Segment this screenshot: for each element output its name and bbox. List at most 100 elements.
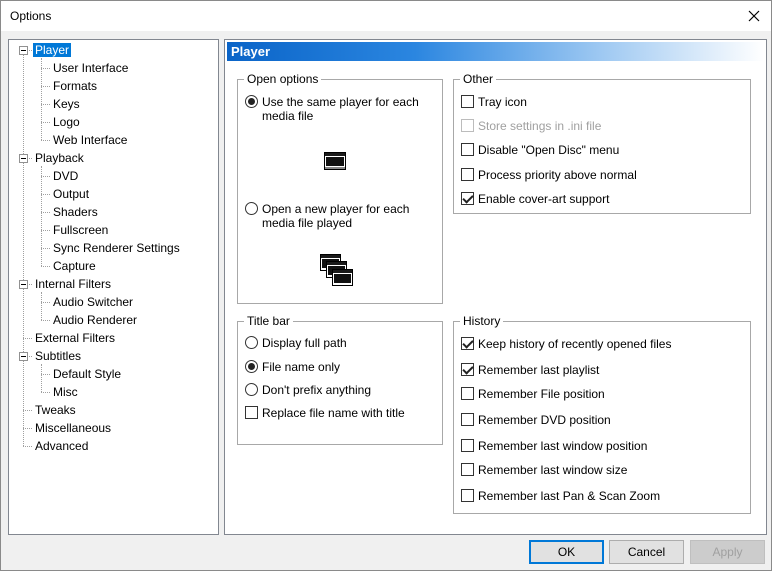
disable-open-disc-menu-checkbox-box[interactable] [461, 143, 474, 156]
disable-open-disc-menu-label: Disable "Open Disc" menu [478, 143, 620, 157]
tree-item-logo[interactable]: Logo [51, 113, 82, 131]
tree-item-dvd[interactable]: DVD [51, 167, 80, 185]
tree-item-advanced[interactable]: Advanced [33, 437, 90, 455]
close-button[interactable] [737, 1, 771, 31]
tree-item-label: Output [53, 187, 90, 201]
remember-last-window-size-checkbox[interactable]: Remember last window size [461, 463, 627, 477]
same-player-radio-indicator[interactable] [245, 95, 258, 108]
tree-item-misc[interactable]: Misc [51, 383, 80, 401]
apply-button[interactable]: Apply [690, 540, 765, 564]
tree-item-label: Default Style [53, 367, 122, 381]
display-full-path-radio-indicator[interactable] [245, 336, 258, 349]
tree-item-label: Fullscreen [53, 223, 109, 237]
tree-item-label: Shaders [53, 205, 98, 219]
tree-item-player[interactable]: Player [33, 41, 72, 59]
remember-last-pan-scan-zoom-checkbox-box[interactable] [461, 489, 474, 502]
remember-last-playlist-label: Remember last playlist [478, 363, 600, 377]
tree-line [41, 166, 42, 266]
don-t-prefix-anything-label: Don't prefix anything [262, 383, 372, 397]
collapse-icon[interactable] [19, 154, 28, 163]
tray-icon-checkbox[interactable]: Tray icon [461, 95, 527, 109]
don-t-prefix-anything-radio-indicator[interactable] [245, 383, 258, 396]
enable-cover-art-support-label: Enable cover-art support [478, 192, 610, 206]
new-player-radio-indicator[interactable] [245, 202, 258, 215]
process-priority-above-normal-checkbox-box[interactable] [461, 168, 474, 181]
tree-line [41, 302, 50, 303]
tree-item-keys[interactable]: Keys [51, 95, 82, 113]
tree-item-audio-renderer[interactable]: Audio Renderer [51, 311, 139, 329]
remember-last-playlist-checkbox-box[interactable] [461, 363, 474, 376]
remember-dvd-position-checkbox-box[interactable] [461, 413, 474, 426]
tree-item-miscellaneous[interactable]: Miscellaneous [33, 419, 113, 437]
close-icon [748, 10, 760, 22]
file-name-only-radio[interactable]: File name only [245, 360, 340, 374]
ok-button[interactable]: OK [529, 540, 604, 564]
single-window-icon [324, 152, 346, 170]
tree-item-label: Formats [53, 79, 98, 93]
remember-dvd-position-checkbox[interactable]: Remember DVD position [461, 413, 611, 427]
remember-file-position-checkbox[interactable]: Remember File position [461, 387, 605, 401]
tree-item-capture[interactable]: Capture [51, 257, 98, 275]
remember-last-window-size-checkbox-box[interactable] [461, 463, 474, 476]
title-bar: Options [1, 1, 771, 31]
remember-last-pan-scan-zoom-checkbox[interactable]: Remember last Pan & Scan Zoom [461, 489, 660, 503]
multiple-windows-icon [320, 254, 353, 286]
tree-line [23, 338, 32, 339]
keep-history-of-recently-opened-files-checkbox[interactable]: Keep history of recently opened files [461, 337, 671, 351]
new-player-label: Open a new player for each media file pl… [262, 202, 410, 230]
keep-history-of-recently-opened-files-label: Keep history of recently opened files [478, 337, 672, 351]
tree-item-tweaks[interactable]: Tweaks [33, 401, 78, 419]
tree-line [23, 54, 24, 446]
replace-title-checkbox[interactable]: Replace file name with title [245, 406, 405, 420]
enable-cover-art-support-checkbox[interactable]: Enable cover-art support [461, 192, 609, 206]
remember-last-window-position-checkbox-box[interactable] [461, 439, 474, 452]
tree-line [41, 122, 50, 123]
tree-item-formats[interactable]: Formats [51, 77, 99, 95]
collapse-icon[interactable] [19, 352, 28, 361]
tree-item-label: Capture [53, 259, 96, 273]
title-bar-legend: Title bar [247, 314, 290, 328]
don-t-prefix-anything-radio[interactable]: Don't prefix anything [245, 383, 371, 397]
tree-item-user-interface[interactable]: User Interface [51, 59, 130, 77]
cancel-button[interactable]: Cancel [609, 540, 684, 564]
process-priority-above-normal-label: Process priority above normal [478, 168, 637, 182]
tree-item-external-filters[interactable]: External Filters [33, 329, 117, 347]
disable-open-disc-menu-checkbox[interactable]: Disable "Open Disc" menu [461, 143, 619, 157]
collapse-icon[interactable] [19, 280, 28, 289]
tree-item-web-interface[interactable]: Web Interface [51, 131, 129, 149]
tree-item-output[interactable]: Output [51, 185, 91, 203]
tree-item-label: Playback [35, 151, 84, 165]
tree-line [41, 374, 50, 375]
tree-item-subtitles[interactable]: Subtitles [33, 347, 83, 365]
remember-last-playlist-checkbox[interactable]: Remember last playlist [461, 363, 599, 377]
tree-item-audio-switcher[interactable]: Audio Switcher [51, 293, 135, 311]
remember-last-window-position-checkbox[interactable]: Remember last window position [461, 439, 647, 453]
store-settings-in-ini-file-checkbox: Store settings in .ini file [461, 119, 601, 133]
options-tree[interactable]: Player User Interface Formats Keys Logo Web I… [8, 39, 219, 535]
remember-last-pan-scan-zoom-label: Remember last Pan & Scan Zoom [478, 489, 661, 503]
tree-item-label: Subtitles [35, 349, 82, 363]
tree-item-playback[interactable]: Playback [33, 149, 86, 167]
display-full-path-radio[interactable]: Display full path [245, 336, 347, 350]
tree-item-default-style[interactable]: Default Style [51, 365, 123, 383]
remember-file-position-checkbox-box[interactable] [461, 387, 474, 400]
tree-line [41, 266, 50, 267]
tree-item-sync-renderer-settings[interactable]: Sync Renderer Settings [51, 239, 182, 257]
title-bar-group: Title bar [237, 314, 443, 445]
enable-cover-art-support-checkbox-box[interactable] [461, 192, 474, 205]
collapse-icon[interactable] [19, 46, 28, 55]
replace-title-checkbox-box[interactable] [245, 406, 258, 419]
process-priority-above-normal-checkbox[interactable]: Process priority above normal [461, 168, 637, 182]
keep-history-of-recently-opened-files-checkbox-box[interactable] [461, 337, 474, 350]
tree-item-shaders[interactable]: Shaders [51, 203, 100, 221]
same-player-radio[interactable]: Use the same player for each media file [245, 95, 440, 123]
tray-icon-checkbox-box[interactable] [461, 95, 474, 108]
new-player-radio[interactable]: Open a new player for each media file pl… [245, 202, 440, 230]
file-name-only-radio-indicator[interactable] [245, 360, 258, 373]
tree-item-fullscreen[interactable]: Fullscreen [51, 221, 110, 239]
history-legend: History [463, 314, 501, 328]
other-legend: Other [463, 72, 494, 86]
file-name-only-label: File name only [262, 360, 341, 374]
tray-icon-label: Tray icon [478, 95, 527, 109]
tree-item-internal-filters[interactable]: Internal Filters [33, 275, 113, 293]
